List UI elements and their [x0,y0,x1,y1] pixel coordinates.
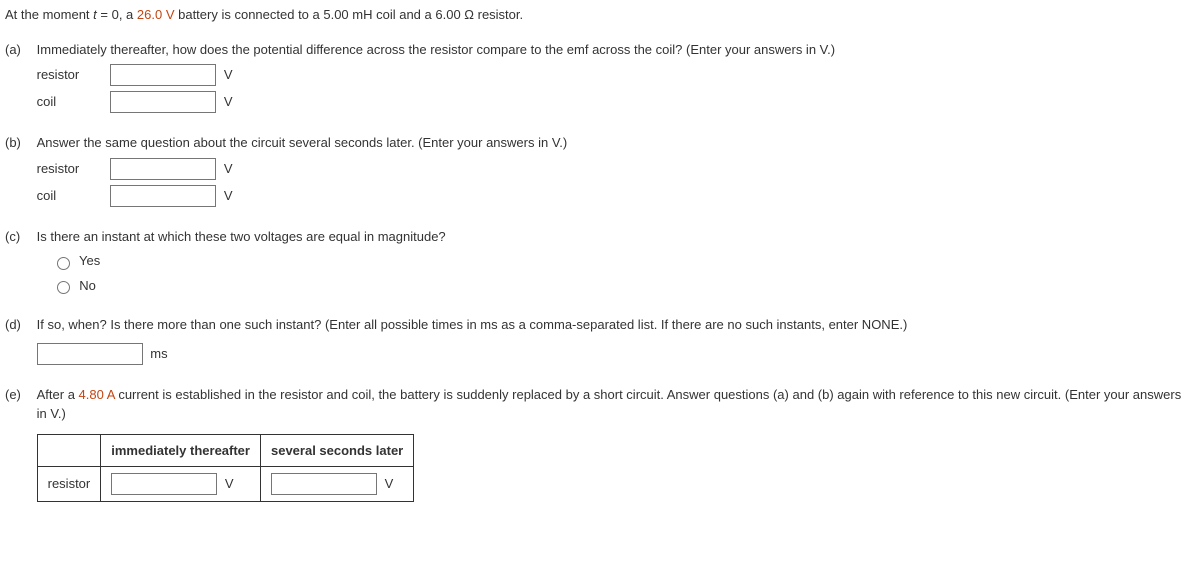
table-row1-cell1: V [101,467,261,502]
part-e-current: 4.80 A [79,387,115,402]
part-c-question: Is there an instant at which these two v… [37,227,1192,247]
table-row1-label: resistor [37,467,101,502]
part-a-resistor-input[interactable] [110,64,216,86]
part-e-resistor-later-input[interactable] [271,473,377,495]
intro-voltage: 26.0 V [137,7,175,22]
part-d: (d) If so, when? Is there more than one … [5,315,1195,365]
table-col1-header: immediately thereafter [101,434,261,467]
part-a-coil-label: coil [37,92,107,112]
part-b-label: (b) [5,133,33,153]
part-b-resistor-input[interactable] [110,158,216,180]
part-d-unit: ms [150,346,167,361]
part-b-coil-input[interactable] [110,185,216,207]
intro-prefix: At the moment [5,7,93,22]
part-b-coil-label: coil [37,186,107,206]
part-b-resistor-unit: V [224,161,233,176]
table-col2-header: several seconds later [260,434,413,467]
problem-intro: At the moment t = 0, a 26.0 V battery is… [5,5,1195,25]
part-c-no-radio[interactable] [57,281,70,294]
part-a-label: (a) [5,40,33,60]
part-e-table: immediately thereafter several seconds l… [37,434,415,503]
part-c-yes-option[interactable]: Yes [52,253,101,268]
part-b-coil-unit: V [224,188,233,203]
part-c-label: (c) [5,227,33,247]
part-d-input[interactable] [37,343,143,365]
part-e-unit1: V [225,476,234,491]
part-a-resistor-label: resistor [37,65,107,85]
part-d-label: (d) [5,315,33,335]
part-c-yes-radio[interactable] [57,257,70,270]
part-c: (c) Is there an instant at which these t… [5,227,1195,296]
part-c-no-label: No [79,278,96,293]
part-e-q-prefix: After a [37,387,79,402]
part-e-unit2: V [385,476,394,491]
part-b: (b) Answer the same question about the c… [5,133,1195,207]
intro-mid1: battery is connected to a 5.00 mH coil a… [175,7,524,22]
part-b-resistor-label: resistor [37,159,107,179]
table-header-blank [37,434,101,467]
part-a-coil-input[interactable] [110,91,216,113]
part-e-q-suffix: current is established in the resistor a… [37,387,1182,422]
part-c-yes-label: Yes [79,253,100,268]
part-a: (a) Immediately thereafter, how does the… [5,40,1195,114]
part-a-resistor-unit: V [224,67,233,82]
table-row1-cell2: V [260,467,413,502]
part-a-coil-unit: V [224,94,233,109]
part-e-label: (e) [5,385,33,405]
part-e-question: After a 4.80 A current is established in… [37,385,1192,424]
part-e: (e) After a 4.80 A current is establishe… [5,385,1195,503]
part-c-no-option[interactable]: No [52,278,96,293]
part-e-resistor-immediate-input[interactable] [111,473,217,495]
part-a-question: Immediately thereafter, how does the pot… [37,40,1192,60]
part-d-question: If so, when? Is there more than one such… [37,315,1192,335]
intro-equals: = 0, a [97,7,137,22]
part-b-question: Answer the same question about the circu… [37,133,1192,153]
